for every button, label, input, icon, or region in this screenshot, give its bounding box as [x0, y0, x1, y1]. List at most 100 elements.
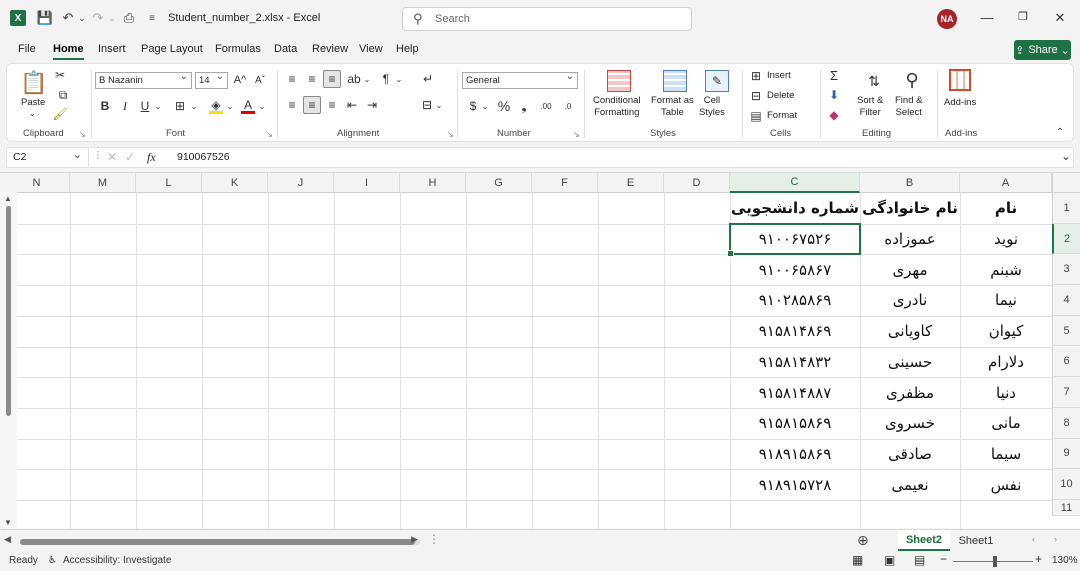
enter-icon[interactable]: ✓: [125, 150, 135, 164]
page-layout-view-icon[interactable]: ▣: [884, 553, 895, 567]
italic-icon[interactable]: I: [119, 98, 131, 114]
prev-sheet-icon[interactable]: ‹: [1032, 534, 1035, 544]
format-cells-button[interactable]: Format: [767, 110, 797, 122]
format-painter-icon[interactable]: 🖌: [52, 107, 67, 121]
format-cells-icon[interactable]: ▤: [749, 109, 763, 123]
header-cell-first-name[interactable]: نام: [960, 193, 1052, 224]
cell-first-name[interactable]: نفس: [960, 469, 1052, 500]
merge-center-icon[interactable]: ⊟: [419, 98, 435, 112]
format-as-table-icon[interactable]: [663, 70, 687, 92]
delete-cells-button[interactable]: Delete: [767, 90, 794, 102]
tab-help[interactable]: Help: [396, 43, 419, 55]
cell-student-number[interactable]: ۹۱۰۰۶۵۸۶۷: [730, 254, 860, 285]
tab-page-layout[interactable]: Page Layout: [141, 43, 203, 55]
column-header-d[interactable]: D: [664, 173, 730, 193]
print-icon[interactable]: ⎙: [121, 10, 137, 26]
tab-formulas[interactable]: Formulas: [215, 43, 261, 55]
cancel-icon[interactable]: ✕: [107, 150, 117, 164]
zoom-level[interactable]: 130%: [1052, 555, 1078, 566]
cell-last-name[interactable]: کاویانی: [860, 316, 960, 347]
normal-view-icon[interactable]: ▦: [852, 553, 863, 567]
header-cell-last-name[interactable]: نام خانوادگی: [860, 193, 960, 224]
tab-home[interactable]: Home: [53, 43, 84, 60]
column-header-k[interactable]: K: [202, 173, 268, 193]
sheet-tab-sheet2[interactable]: Sheet2: [898, 530, 950, 551]
cell-student-number[interactable]: ۹۱۵۸۱۴۸۸۷: [730, 377, 860, 408]
worksheet-grid[interactable]: ABCDEFGHIJKLMN 1 2 3 4 5 6 7 8 9 10 11 نام نام خانو…: [0, 172, 1080, 532]
cut-icon[interactable]: ✂: [53, 68, 67, 82]
text-direction-icon[interactable]: ¶: [379, 72, 393, 86]
cell-last-name[interactable]: حسینی: [860, 347, 960, 378]
row-header-2[interactable]: 2: [1052, 223, 1080, 255]
cell-first-name[interactable]: دلارام: [960, 347, 1052, 378]
tab-data[interactable]: Data: [274, 43, 297, 55]
cell-styles-icon[interactable]: ✎: [705, 70, 729, 92]
align-center-icon[interactable]: ≡: [303, 96, 321, 114]
decrease-indent-icon[interactable]: ⇤: [345, 98, 359, 112]
increase-font-icon[interactable]: A^: [233, 72, 247, 88]
format-as-table-button[interactable]: Format as Table: [651, 95, 694, 119]
header-cell-student-number[interactable]: شماره دانشجویی: [730, 193, 860, 224]
expand-formula-bar-icon[interactable]: ⌄: [1061, 149, 1071, 163]
cell-first-name[interactable]: مانی: [960, 408, 1052, 439]
redo-dropdown-icon[interactable]: ⌄: [104, 10, 120, 26]
undo-dropdown-icon[interactable]: ⌄: [74, 10, 90, 26]
cell-last-name[interactable]: خسروی: [860, 408, 960, 439]
scroll-right-icon[interactable]: ▶: [411, 534, 418, 545]
avatar[interactable]: NA: [937, 9, 957, 29]
cell-last-name[interactable]: مظفری: [860, 377, 960, 408]
column-header-i[interactable]: I: [334, 173, 400, 193]
delete-cells-icon[interactable]: ⊟: [749, 89, 763, 103]
align-bottom-icon[interactable]: ≡: [323, 70, 341, 88]
clipboard-launcher-icon[interactable]: ↘: [79, 130, 86, 139]
sheet-tab-sheet1[interactable]: Sheet1: [952, 530, 1000, 551]
row-header-8[interactable]: 8: [1052, 407, 1080, 439]
column-header-g[interactable]: G: [466, 173, 532, 193]
row-header-5[interactable]: 5: [1052, 315, 1080, 347]
tab-file[interactable]: File: [18, 43, 36, 55]
column-header-b[interactable]: B: [860, 173, 960, 193]
collapse-ribbon-icon[interactable]: ⌃: [1053, 126, 1067, 138]
text-direction-dropdown-icon[interactable]: ⌄: [395, 72, 403, 86]
insert-cells-icon[interactable]: ⊞: [749, 69, 763, 83]
borders-icon[interactable]: ⊞: [173, 98, 187, 114]
copy-icon[interactable]: ⧉: [53, 88, 73, 102]
column-header-a[interactable]: A: [960, 173, 1052, 193]
cell-student-number[interactable]: ۹۱۵۸۱۴۸۶۹: [730, 316, 860, 347]
tab-view[interactable]: View: [359, 43, 383, 55]
paste-icon[interactable]: 📋: [20, 68, 47, 98]
cell-first-name[interactable]: نیما: [960, 285, 1052, 316]
cell-student-number[interactable]: ۹۱۸۹۱۵۸۶۹: [730, 439, 860, 470]
column-header-n[interactable]: N: [4, 173, 70, 193]
borders-dropdown-icon[interactable]: ⌄: [189, 98, 199, 114]
active-cell-selection[interactable]: [727, 222, 861, 258]
row-header-4[interactable]: 4: [1052, 285, 1080, 316]
cell-first-name[interactable]: نوید: [960, 224, 1052, 255]
align-right-icon[interactable]: ≡: [325, 98, 339, 112]
increase-decimal-icon[interactable]: .00: [537, 98, 555, 114]
font-color-icon[interactable]: A: [241, 98, 255, 114]
fill-dropdown-icon[interactable]: ⌄: [225, 98, 235, 114]
column-header-e[interactable]: E: [598, 173, 664, 193]
row-header-7[interactable]: 7: [1052, 377, 1080, 408]
scroll-left-icon[interactable]: ◀: [4, 534, 11, 545]
cell-last-name[interactable]: عموزاده: [860, 224, 960, 255]
percent-icon[interactable]: %: [497, 98, 511, 114]
underline-dropdown-icon[interactable]: ⌄: [153, 98, 163, 114]
sort-filter-button[interactable]: Sort & Filter: [857, 95, 883, 119]
row-header-1[interactable]: 1: [1052, 193, 1080, 224]
row-header-6[interactable]: 6: [1052, 346, 1080, 378]
tab-insert[interactable]: Insert: [98, 43, 126, 55]
share-button[interactable]: ⇪ Share ⌄: [1014, 40, 1071, 60]
column-header-j[interactable]: J: [268, 173, 334, 193]
conditional-formatting-icon[interactable]: [607, 70, 631, 92]
scroll-down-icon[interactable]: ▼: [4, 518, 12, 527]
row-header-11[interactable]: 11: [1052, 500, 1080, 516]
align-middle-icon[interactable]: ≡: [305, 72, 319, 86]
column-header-f[interactable]: F: [532, 173, 598, 193]
cell-student-number[interactable]: ۹۱۵۸۱۵۸۶۹: [730, 408, 860, 439]
column-header-c[interactable]: C: [730, 173, 860, 193]
clear-icon[interactable]: ◆: [827, 108, 841, 122]
cell-first-name[interactable]: شبنم: [960, 254, 1052, 285]
scroll-up-icon[interactable]: ▲: [4, 194, 12, 203]
